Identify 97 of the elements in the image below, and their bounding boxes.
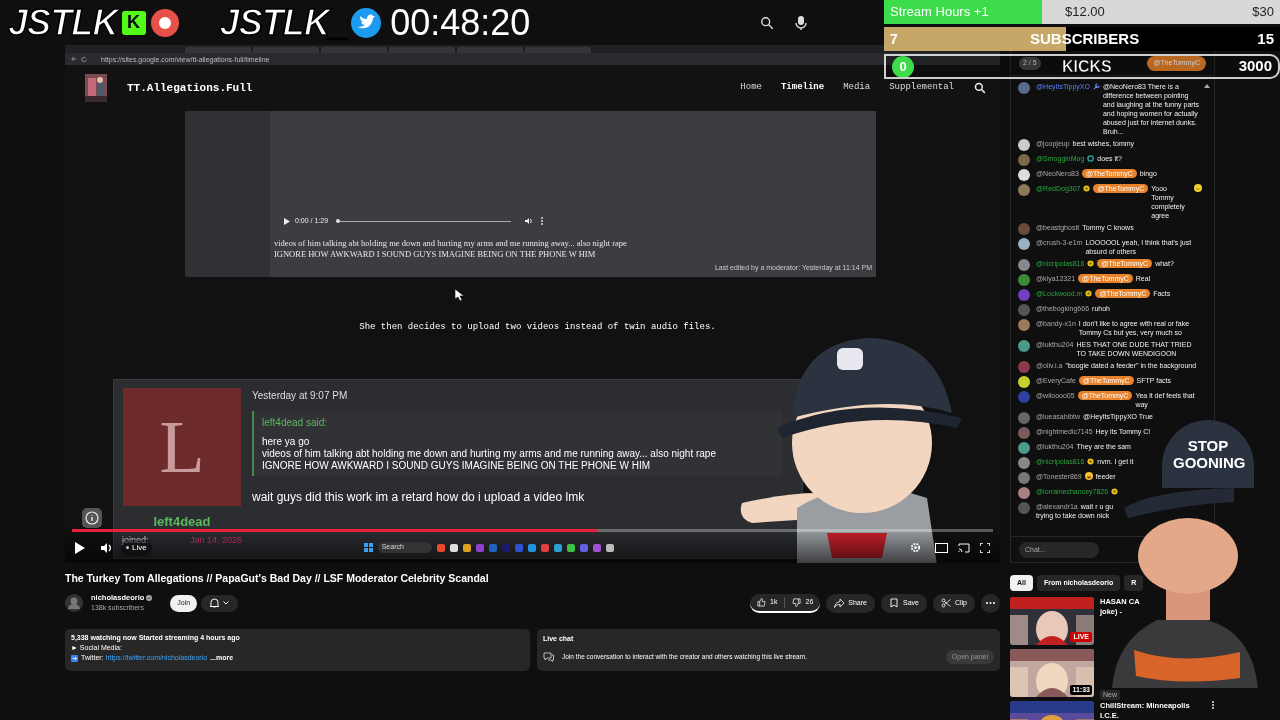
goal-label: KICKS xyxy=(1062,56,1112,77)
caption-text: She then decides to upload two videos instead of twin audio files. xyxy=(359,321,716,333)
smiley-icon xyxy=(1194,183,1202,192)
user-avatar xyxy=(1018,183,1030,196)
quote-text: here ya go xyxy=(262,436,311,448)
chat-icon xyxy=(543,651,554,662)
user-avatar xyxy=(1018,318,1030,331)
goal-current: 7 xyxy=(890,29,899,49)
user-avatar xyxy=(1018,222,1030,235)
user-avatar xyxy=(1018,456,1030,469)
user-avatar xyxy=(1018,81,1030,94)
quote-author: left4dead said: xyxy=(262,416,329,430)
kick-badge: K xyxy=(121,10,146,35)
bell-icon xyxy=(210,598,220,608)
scissors-icon xyxy=(940,598,951,608)
member-badge-icon xyxy=(1087,259,1095,267)
site-title: TT.Allegations.Full xyxy=(127,80,253,96)
cursor-icon xyxy=(455,289,464,301)
user-avatar xyxy=(1018,273,1030,286)
more-button[interactable] xyxy=(981,593,1000,613)
nav-link[interactable]: Timeline xyxy=(780,81,825,95)
nav-link[interactable]: Home xyxy=(740,81,762,95)
laughing-emoji-icon xyxy=(1084,471,1093,480)
play-icon[interactable] xyxy=(284,217,290,225)
member-badge-icon xyxy=(1087,457,1095,465)
info-icon[interactable] xyxy=(82,508,102,528)
bird-icon xyxy=(350,6,383,39)
goal-target: 3000 xyxy=(1238,56,1272,77)
user-avatar xyxy=(1018,411,1030,424)
record-icon xyxy=(149,7,180,38)
reply-text: wait guys did this work im a retard how do i upload a video lmk xyxy=(252,489,586,506)
cap-text: STOP GOONING xyxy=(1173,437,1243,471)
user-avatar xyxy=(1018,153,1030,166)
refresh-icon[interactable] xyxy=(81,56,87,62)
search-icon[interactable] xyxy=(974,82,986,94)
user-avatar xyxy=(1018,375,1030,388)
live-dot-icon xyxy=(126,546,129,549)
user-avatar xyxy=(1018,339,1030,352)
search-icon[interactable] xyxy=(760,15,774,30)
nav-link[interactable]: Supplemental xyxy=(889,81,954,95)
verified-icon xyxy=(146,594,153,601)
play-icon[interactable] xyxy=(75,541,85,554)
user-avatar xyxy=(1018,486,1030,499)
back-icon[interactable] xyxy=(71,56,77,62)
nav-link[interactable]: Media xyxy=(843,81,871,95)
windows-icon[interactable] xyxy=(363,543,373,552)
user-avatar xyxy=(1018,441,1030,454)
arrow-icon xyxy=(71,654,78,662)
volume-icon[interactable] xyxy=(101,541,113,554)
bookmark-icon xyxy=(888,598,899,608)
post-text: videos of him talking abt holding me down and hurting my arms and me running away... also night rape xyxy=(274,238,628,249)
volume-icon[interactable] xyxy=(525,217,534,225)
user-avatar xyxy=(1018,426,1030,439)
progress-bar[interactable] xyxy=(72,529,993,532)
notification-button[interactable] xyxy=(201,594,239,612)
post-text: IGNORE HOW AWKWARD I SOUND GUYS IMAGINE BEING ON THE PHONE W HIM xyxy=(274,249,597,260)
goal-label: Stream Hours +1 xyxy=(890,3,990,22)
member-badge-icon xyxy=(1111,487,1119,495)
quote-text: IGNORE HOW AWKWARD I SOUND GUYS IMAGINE BEING ON THE PHONE W HIM xyxy=(262,460,651,472)
cast-icon[interactable] xyxy=(958,542,970,553)
settings-icon[interactable] xyxy=(910,542,921,553)
thumbs-down-icon xyxy=(792,597,802,607)
goal-target: 15 xyxy=(1257,28,1274,49)
user-avatar xyxy=(1018,360,1030,373)
forum-username[interactable]: left4dead xyxy=(153,512,211,532)
user-avatar xyxy=(1018,258,1030,271)
user-avatar xyxy=(1018,288,1030,301)
user-avatar xyxy=(1018,138,1030,151)
goal-target: $30 xyxy=(1252,3,1274,22)
scroll-up-icon[interactable] xyxy=(1204,84,1210,88)
stream-timer: 00:48:20 xyxy=(390,4,531,41)
user-avatar xyxy=(1018,168,1030,181)
more-icon[interactable] xyxy=(541,217,544,225)
wrench-icon xyxy=(1092,82,1100,90)
video-title: The Turkey Tom Allegations // PapaGut's Bad Day // LSF Moderator Celebrity Scandal xyxy=(65,571,490,585)
quote-text: videos of him talking abt holding me down and hurting my arms and me running away... also night rape xyxy=(262,448,717,460)
microphone-icon[interactable] xyxy=(794,14,808,31)
caret-icon xyxy=(223,601,230,605)
member-badge-icon xyxy=(1085,289,1093,297)
member-badge-icon xyxy=(1083,184,1091,192)
user-avatar xyxy=(1018,501,1030,514)
channel-avatar[interactable] xyxy=(65,594,83,612)
post-time: Yesterday at 9:07 PM xyxy=(252,389,349,403)
user-avatar xyxy=(1018,303,1030,316)
seek-thumb[interactable] xyxy=(336,218,341,223)
fullscreen-icon[interactable] xyxy=(980,542,990,553)
goal-current: $12.00 xyxy=(1065,3,1105,22)
share-icon xyxy=(834,598,845,608)
member-badge-icon xyxy=(1087,154,1095,162)
joined-date: Jan 14, 2026 xyxy=(189,533,242,547)
user-avatar xyxy=(1018,471,1030,484)
theater-icon[interactable] xyxy=(935,542,948,553)
user-avatar xyxy=(1018,237,1030,250)
user-avatar: L xyxy=(123,388,241,506)
channel-logo: JSTLK_ xyxy=(219,4,349,41)
thumbs-up-icon xyxy=(757,597,767,607)
user-avatar xyxy=(1018,390,1030,403)
